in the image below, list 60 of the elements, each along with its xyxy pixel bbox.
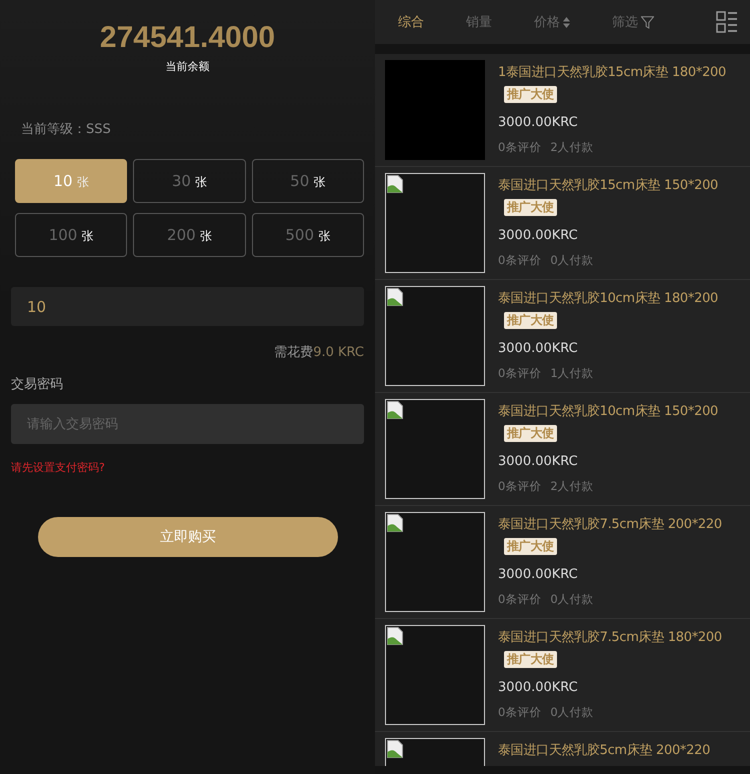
product-price: 3000.00KRC: [498, 680, 579, 695]
list-view-icon[interactable]: [716, 11, 738, 33]
product-card[interactable]: 泰国进口天然乳胶7.5cm床垫 180*200 推广大使 3000.00KRC 0条评价 0人付款: [375, 619, 750, 732]
balance-label: 当前余额: [164, 59, 210, 74]
quantity-input[interactable]: 10: [11, 287, 364, 326]
product-title: 泰国进口天然乳胶7.5cm床垫 180*200 推广大使: [498, 629, 723, 670]
review-count: 0条评价: [498, 705, 542, 720]
broken-image-icon: [387, 514, 403, 532]
sort-tab[interactable]: 综合: [398, 13, 424, 31]
product-card[interactable]: 泰国进口天然乳胶10cm床垫 150*200 推广大使 3000.00KRC 0条评价 2人付款: [375, 393, 750, 506]
product-card[interactable]: 1泰国进口天然乳胶15cm床垫 180*200 推广大使 3000.00KRC 0条评价 2人付款: [375, 54, 750, 167]
product-price: 3000.00KRC: [498, 228, 579, 243]
product-title: 泰国进口天然乳胶5cm床垫 200*220: [498, 742, 710, 760]
balance-amount: 274541.4000: [98, 20, 276, 56]
payment-count: 0人付款: [550, 592, 594, 607]
promoter-badge: 推广大使: [504, 86, 557, 103]
quantity-option[interactable]: 500 张: [252, 213, 364, 257]
product-card[interactable]: 泰国进口天然乳胶15cm床垫 150*200 推广大使 3000.00KRC 0条评价 0人付款: [375, 167, 750, 280]
product-card[interactable]: 泰国进口天然乳胶5cm床垫 200*220: [375, 732, 750, 766]
quantity-option[interactable]: 200 张: [133, 213, 246, 257]
promoter-badge: 推广大使: [504, 651, 557, 668]
promoter-badge: 推广大使: [504, 199, 557, 216]
payment-count: 0人付款: [550, 253, 594, 268]
product-title: 泰国进口天然乳胶10cm床垫 180*200 推广大使: [498, 290, 720, 331]
quantity-option[interactable]: 30 张: [133, 159, 246, 203]
product-title: 1泰国进口天然乳胶15cm床垫 180*200 推广大使: [498, 64, 727, 105]
payment-count: 0人付款: [550, 705, 594, 720]
fee-text: 需花费9.0 KRC: [273, 344, 364, 361]
sort-icon: [563, 16, 570, 28]
payment-count: 2人付款: [550, 479, 594, 494]
promoter-badge: 推广大使: [504, 312, 557, 329]
level-text: 当前等级：SSS: [21, 121, 112, 138]
review-count: 0条评价: [498, 140, 542, 155]
product-price: 3000.00KRC: [498, 454, 579, 469]
broken-image-icon: [387, 740, 403, 758]
product-card[interactable]: 泰国进口天然乳胶7.5cm床垫 200*220 推广大使 3000.00KRC 0条评价 0人付款: [375, 506, 750, 619]
broken-image-icon: [387, 288, 403, 306]
warning-text: 请先设置支付密码?: [11, 460, 106, 475]
broken-image-icon: [387, 627, 403, 645]
review-count: 0条评价: [498, 479, 542, 494]
quantity-option[interactable]: 100 张: [15, 213, 128, 257]
product-price: 3000.00KRC: [498, 115, 579, 130]
payment-count: 2人付款: [550, 140, 594, 155]
review-count: 0条评价: [498, 592, 542, 607]
review-count: 0条评价: [498, 253, 542, 268]
promoter-badge: 推广大使: [504, 425, 557, 442]
product-card[interactable]: 泰国进口天然乳胶10cm床垫 180*200 推广大使 3000.00KRC 0条评价 1人付款: [375, 280, 750, 393]
promoter-badge: 推广大使: [504, 538, 557, 555]
password-label: 交易密码: [11, 376, 64, 393]
broken-image-icon: [387, 401, 403, 419]
product-price: 3000.00KRC: [498, 341, 579, 356]
product-title: 泰国进口天然乳胶7.5cm床垫 200*220 推广大使: [498, 516, 723, 557]
product-title: 泰国进口天然乳胶15cm床垫 150*200 推广大使: [498, 177, 720, 218]
product-title: 泰国进口天然乳胶10cm床垫 150*200 推广大使: [498, 403, 720, 444]
quantity-option[interactable]: 50 张: [252, 159, 364, 203]
payment-count: 1人付款: [550, 366, 594, 381]
filter-icon: [641, 16, 654, 28]
broken-image-icon: [387, 175, 403, 193]
product-price: 3000.00KRC: [498, 567, 579, 582]
review-count: 0条评价: [498, 366, 542, 381]
